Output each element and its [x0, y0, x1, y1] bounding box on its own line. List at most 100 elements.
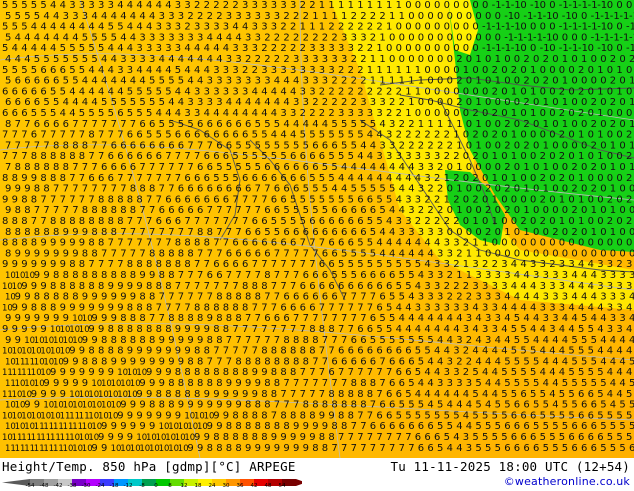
weather-map[interactable]: 5555544333334444443322222333333221111111…	[0, 0, 634, 458]
temperature-digit: 4	[111, 11, 117, 22]
temperature-digit: 0	[571, 54, 577, 65]
temperature-digit: 3	[178, 11, 184, 22]
temperature-digit: 3	[207, 76, 213, 87]
temperature-digit: 1	[562, 119, 568, 130]
temperature-digit: 1	[578, 130, 584, 141]
temperature-digit: 5	[379, 313, 385, 324]
temperature-digit: 7	[98, 259, 104, 270]
temperature-digit: 8	[293, 335, 299, 346]
temperature-digit: 3	[629, 270, 634, 281]
temperature-digit: 5	[146, 108, 152, 119]
temperature-digit: 0	[616, 173, 622, 184]
temperature-digit: 2	[389, 97, 395, 108]
temperature-digit: 8	[303, 400, 309, 411]
temperature-digit: 8	[159, 270, 165, 281]
temperature-digit: 0	[588, 173, 594, 184]
temperature-digit: 4	[408, 313, 414, 324]
temperature-digit: 2	[485, 205, 491, 216]
temperature-digit: 5	[43, 97, 49, 108]
temperature-digit: 8	[12, 216, 18, 227]
temperature-digit: 0	[562, 162, 568, 173]
temperature-digit: 6	[328, 367, 334, 378]
temperature-digit: 3	[405, 151, 411, 162]
temperature-digit: 5	[408, 335, 414, 346]
temperature-digit: 5	[562, 378, 568, 389]
temperature-digit: 2	[523, 76, 529, 87]
temperature-digit: 0	[600, 97, 606, 108]
temperature-digit: 4	[447, 443, 453, 454]
temperature-digit: 8	[156, 259, 162, 270]
temperature-digit: 4	[149, 11, 155, 22]
temperature-digit: 3	[389, 140, 395, 151]
temperature-digit: 8	[82, 248, 88, 259]
temperature-digit: 5	[629, 421, 634, 432]
temperature-digit: 9	[204, 389, 210, 400]
temperature-digit: 0	[619, 119, 625, 130]
temperature-digit: 3	[312, 76, 318, 87]
temperature-digit: 1	[530, 65, 536, 76]
temperature-digit: 4	[127, 0, 133, 11]
temperature-digit: 5	[50, 108, 56, 119]
temperature-digit: 7	[178, 227, 184, 238]
temperature-digit: 3	[341, 32, 347, 43]
temperature-digit: 9	[79, 346, 85, 357]
temperature-digit: 4	[156, 65, 162, 76]
temperature-digit: 1	[379, 32, 385, 43]
temperature-digit: 0	[437, 54, 443, 65]
temperature-digit: 7	[88, 194, 94, 205]
temperature-digit: 2	[351, 76, 357, 87]
temperature-digit: -1	[559, 22, 569, 33]
temperature-digit: 5	[520, 346, 526, 357]
temperature-digit: 5	[351, 119, 357, 130]
temperature-digit: 9	[15, 184, 21, 195]
temperature-digit: 8	[40, 173, 46, 184]
temperature-digit: 6	[328, 216, 334, 227]
temperature-digit: 4	[415, 173, 421, 184]
temperature-digit: 7	[338, 367, 344, 378]
temperature-digit: 8	[194, 389, 200, 400]
temperature-digit: 7	[178, 162, 184, 173]
legend-arrow-right	[296, 479, 302, 486]
temperature-digit: 8	[146, 302, 152, 313]
temperature-digit: 4	[53, 11, 59, 22]
temperature-digit: 1	[610, 162, 616, 173]
temperature-digit: 5	[533, 421, 539, 432]
temperature-digit: 5	[581, 356, 587, 367]
temperature-digit: 9	[72, 227, 78, 238]
temperature-digit: 6	[204, 173, 210, 184]
temperature-digit: 4	[396, 173, 402, 184]
temperature-digit: 5	[34, 11, 40, 22]
temperature-digit: 5	[117, 22, 123, 33]
temperature-digit: 6	[300, 281, 306, 292]
temperature-digit: 0	[463, 173, 469, 184]
temperature-digit: 8	[264, 421, 270, 432]
temperature-digit: 6	[309, 216, 315, 227]
legend-label: -38	[67, 483, 77, 489]
temperature-digit: 0	[607, 43, 613, 54]
temperature-digit: 0	[511, 194, 517, 205]
temperature-digit: 2	[444, 216, 450, 227]
temperature-digit: 6	[360, 270, 366, 281]
temperature-digit: 4	[581, 292, 587, 303]
temperature-digit: 3	[348, 43, 354, 54]
temperature-digit: 7	[271, 410, 277, 421]
temperature-digit: 0	[588, 65, 594, 76]
temperature-digit: 0	[405, 43, 411, 54]
temperature-digit: 0	[540, 86, 546, 97]
temperature-digit: 4	[88, 22, 94, 33]
temperature-digit: 6	[520, 410, 526, 421]
temperature-digit: 1	[492, 173, 498, 184]
temperature-digit: 1	[543, 184, 549, 195]
temperature-digit: 5	[472, 367, 478, 378]
temperature-digit: 7	[280, 281, 286, 292]
temperature-digit: 5	[533, 378, 539, 389]
temperature-digit: 2	[376, 22, 382, 33]
temperature-digit: 5	[255, 119, 261, 130]
credit-link[interactable]: ©weatheronline.co.uk	[504, 475, 630, 488]
temperature-digit: 3	[197, 97, 203, 108]
temperature-digit: 9	[79, 367, 85, 378]
temperature-digit: 6	[264, 313, 270, 324]
temperature-digit: 4	[447, 313, 453, 324]
temperature-digit: 8	[168, 248, 174, 259]
temperature-digit: 2	[283, 54, 289, 65]
